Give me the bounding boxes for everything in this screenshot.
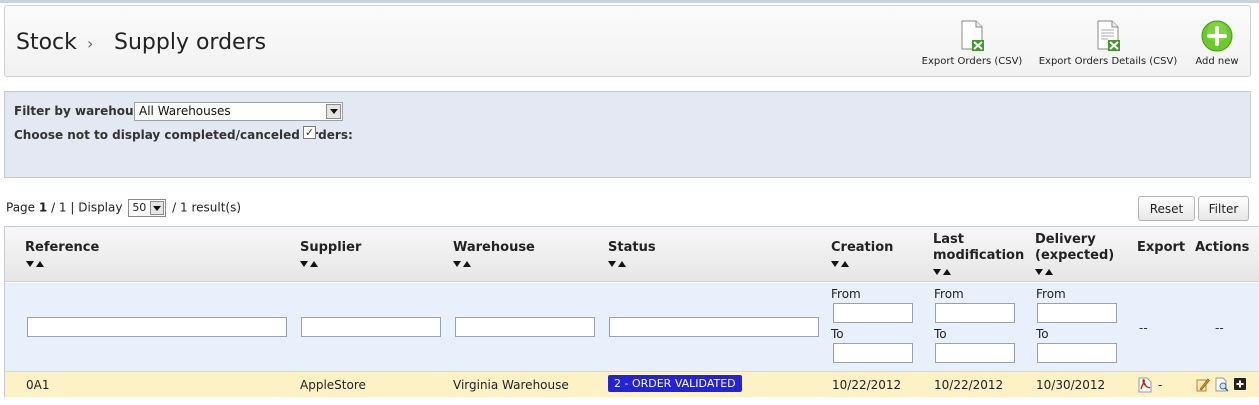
row-export-suffix: - xyxy=(1158,378,1163,392)
sort-desc-icon[interactable] xyxy=(1035,269,1043,275)
results-count: / 1 result(s) xyxy=(172,200,242,215)
sort-asc-icon[interactable] xyxy=(943,269,951,275)
delivery-from-label: From xyxy=(1036,287,1066,301)
add-new-label: Add new xyxy=(1195,56,1239,67)
export-orders-details-label: Export Orders Details (CSV) xyxy=(1038,56,1178,67)
breadcrumb-separator: › xyxy=(87,34,94,53)
status-badge: 2 - ORDER VALIDATED xyxy=(608,375,742,392)
chevron-down-icon xyxy=(326,104,341,119)
supply-orders-table: Reference Supplier Warehouse Status Crea… xyxy=(4,226,1259,397)
sort-delivery[interactable] xyxy=(1035,269,1053,275)
plus-circle-icon xyxy=(1201,20,1233,52)
sort-desc-icon[interactable] xyxy=(933,269,941,275)
sort-last-modification[interactable] xyxy=(933,269,951,275)
row-supplier: AppleStore xyxy=(300,378,366,392)
sort-reference[interactable] xyxy=(26,261,44,267)
pagination: Page 1 / 1 | Display 50 / 1 result(s) xyxy=(6,199,241,217)
col-reference: Reference xyxy=(25,240,100,255)
pdf-icon[interactable] xyxy=(1138,377,1152,393)
edit-icon[interactable] xyxy=(1196,377,1210,392)
sort-warehouse[interactable] xyxy=(453,261,471,267)
row-last-modification: 10/22/2012 xyxy=(934,378,1004,392)
col-status: Status xyxy=(608,240,656,255)
hide-completed-label: Choose not to display completed/canceled… xyxy=(14,128,353,142)
lastmod-from-label: From xyxy=(934,287,964,301)
sort-asc-icon[interactable] xyxy=(463,261,471,267)
col-warehouse: Warehouse xyxy=(453,240,535,255)
table-row[interactable]: 0A1 AppleStore Virginia Warehouse 2 - OR… xyxy=(5,371,1259,397)
filter-button[interactable]: Filter xyxy=(1198,196,1249,221)
sort-desc-icon[interactable] xyxy=(453,261,461,267)
creation-from-label: From xyxy=(831,287,861,301)
filter-panel: Filter by warehouse: All Warehouses Choo… xyxy=(4,91,1251,178)
add-new-button[interactable]: Add new xyxy=(1193,20,1241,67)
col-actions: Actions xyxy=(1195,240,1250,255)
col-last-modification-line1: Last xyxy=(933,232,965,247)
sort-asc-icon[interactable] xyxy=(310,261,318,267)
hide-completed-checkbox[interactable]: ✓ xyxy=(303,126,316,139)
per-page-select[interactable]: 50 xyxy=(128,199,167,217)
warehouse-filter-label: Filter by warehouse: xyxy=(14,104,154,118)
lastmod-to-label: To xyxy=(934,327,947,341)
creation-from-input[interactable] xyxy=(833,303,913,323)
sort-asc-icon[interactable] xyxy=(618,261,626,267)
sort-desc-icon[interactable] xyxy=(831,261,839,267)
sort-desc-icon[interactable] xyxy=(300,261,308,267)
breadcrumb-section[interactable]: Stock xyxy=(16,30,77,55)
expand-plus-icon[interactable] xyxy=(1233,377,1247,392)
reference-filter-input[interactable] xyxy=(27,317,287,337)
export-orders-details-button[interactable]: Export Orders Details (CSV) xyxy=(1038,20,1178,67)
actions-filter-empty: -- xyxy=(1215,321,1224,335)
col-export: Export xyxy=(1137,240,1186,255)
sort-desc-icon[interactable] xyxy=(26,261,34,267)
delivery-to-label: To xyxy=(1036,327,1049,341)
page-title: Supply orders xyxy=(114,30,267,55)
col-last-modification-line2: modification xyxy=(933,248,1025,263)
view-details-icon[interactable] xyxy=(1215,377,1229,392)
warehouse-select-value: All Warehouses xyxy=(139,104,231,118)
sort-creation[interactable] xyxy=(831,261,849,267)
top-border xyxy=(0,0,1259,3)
warehouse-select[interactable]: All Warehouses xyxy=(134,102,343,121)
col-delivery-line2: (expected) xyxy=(1035,248,1115,263)
page-header: Stock › Supply orders Export Orders (CSV… xyxy=(4,5,1251,77)
row-reference: 0A1 xyxy=(26,378,50,392)
delivery-to-input[interactable] xyxy=(1037,343,1117,363)
table-filter-row: From To From To From To -- -- xyxy=(5,283,1259,371)
sort-asc-icon[interactable] xyxy=(1045,269,1053,275)
csv-details-export-icon xyxy=(1097,20,1120,51)
page-current: 1 xyxy=(38,200,48,215)
sort-desc-icon[interactable] xyxy=(608,261,616,267)
delivery-from-input[interactable] xyxy=(1037,303,1117,323)
row-delivery: 10/30/2012 xyxy=(1036,378,1106,392)
sort-asc-icon[interactable] xyxy=(36,261,44,267)
reset-button[interactable]: Reset xyxy=(1138,196,1195,221)
chevron-down-icon xyxy=(150,201,165,215)
creation-to-label: To xyxy=(831,327,844,341)
row-warehouse: Virginia Warehouse xyxy=(453,378,569,392)
lastmod-from-input[interactable] xyxy=(935,303,1015,323)
warehouse-filter-input[interactable] xyxy=(455,317,595,337)
sort-supplier[interactable] xyxy=(300,261,318,267)
export-orders-label: Export Orders (CSV) xyxy=(921,56,1023,67)
per-page-value: 50 xyxy=(132,201,147,214)
col-delivery-line1: Delivery xyxy=(1035,232,1096,247)
table-header: Reference Supplier Warehouse Status Crea… xyxy=(5,227,1259,282)
page-total: / 1 | Display xyxy=(51,200,123,215)
page-prefix: Page xyxy=(6,200,36,215)
sort-status[interactable] xyxy=(608,261,626,267)
col-creation: Creation xyxy=(831,240,894,255)
col-supplier: Supplier xyxy=(300,240,362,255)
creation-to-input[interactable] xyxy=(833,343,913,363)
row-creation: 10/22/2012 xyxy=(832,378,902,392)
lastmod-to-input[interactable] xyxy=(935,343,1015,363)
supplier-filter-input[interactable] xyxy=(301,317,441,337)
status-filter-input[interactable] xyxy=(609,317,819,337)
sort-asc-icon[interactable] xyxy=(841,261,849,267)
csv-export-icon xyxy=(961,20,984,51)
export-filter-empty: -- xyxy=(1139,321,1148,335)
export-orders-button[interactable]: Export Orders (CSV) xyxy=(920,20,1024,67)
